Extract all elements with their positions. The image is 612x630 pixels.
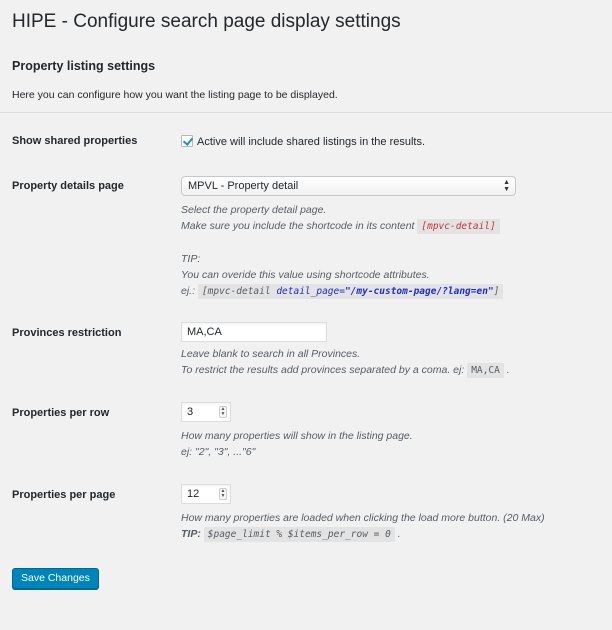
- tip-text: You can overide this value using shortco…: [181, 269, 430, 281]
- save-changes-button[interactable]: Save Changes: [12, 568, 99, 589]
- section-title: Property listing settings: [12, 59, 156, 73]
- per-page-formula: $page_limit % $items_per_row = 0: [203, 527, 395, 542]
- per-page-tip-label: TIP:: [181, 528, 201, 540]
- section-intro: Here you can configure how you want the …: [12, 89, 338, 101]
- per-row-value: 3: [187, 406, 194, 418]
- settings-page: HIPE - Configure search page display set…: [0, 0, 612, 102]
- shared-properties-label: Show shared properties: [12, 135, 138, 147]
- spinner-icon[interactable]: ▲ ▼: [219, 406, 227, 418]
- per-page-value: 12: [187, 488, 200, 500]
- shortcode-detail: [mpvc-detail]: [417, 219, 500, 234]
- property-details-label: Property details page: [12, 180, 124, 192]
- per-row-input[interactable]: 3 ▲ ▼: [181, 402, 231, 422]
- shared-properties-checkbox-label[interactable]: Active will include shared listings in t…: [181, 135, 426, 148]
- property-detail-select[interactable]: MPVL - Property detail ▲ ▼: [181, 176, 516, 196]
- shared-properties-checkbox-text: Active will include shared listings in t…: [197, 136, 426, 148]
- spinner-icon[interactable]: ▲ ▼: [219, 488, 227, 500]
- per-page-desc-1: How many properties are loaded when clic…: [181, 512, 545, 524]
- per-page-label: Properties per page: [12, 489, 116, 501]
- example-prefix: ej.:: [181, 285, 196, 297]
- shared-properties-checkbox[interactable]: [181, 135, 193, 147]
- tip-label: TIP:: [181, 253, 201, 265]
- page-title: HIPE - Configure search page display set…: [12, 11, 401, 32]
- provinces-label: Provinces restriction: [12, 327, 122, 339]
- provinces-desc-2: To restrict the results add provinces se…: [181, 364, 465, 376]
- section-divider: [0, 112, 612, 113]
- provinces-input[interactable]: MA,CA: [181, 322, 327, 342]
- per-row-desc-2: ej: "2", "3", ..."6": [181, 446, 256, 458]
- example-shortcode: [mpvc-detail detail_page="/my-custom-pag…: [197, 284, 504, 299]
- per-page-input[interactable]: 12 ▲ ▼: [181, 484, 231, 504]
- property-details-desc-2: Make sure you include the shortcode in i…: [181, 220, 415, 232]
- per-row-label: Properties per row: [12, 407, 110, 419]
- property-details-desc-1: Select the property detail page.: [181, 204, 327, 216]
- property-detail-selected-value: MPVL - Property detail: [188, 180, 299, 192]
- select-arrows-icon: ▲ ▼: [503, 179, 510, 193]
- per-row-desc-1: How many properties will show in the lis…: [181, 430, 413, 442]
- provinces-desc-1: Leave blank to search in all Provinces.: [181, 348, 361, 360]
- provinces-example: MA,CA: [467, 363, 504, 378]
